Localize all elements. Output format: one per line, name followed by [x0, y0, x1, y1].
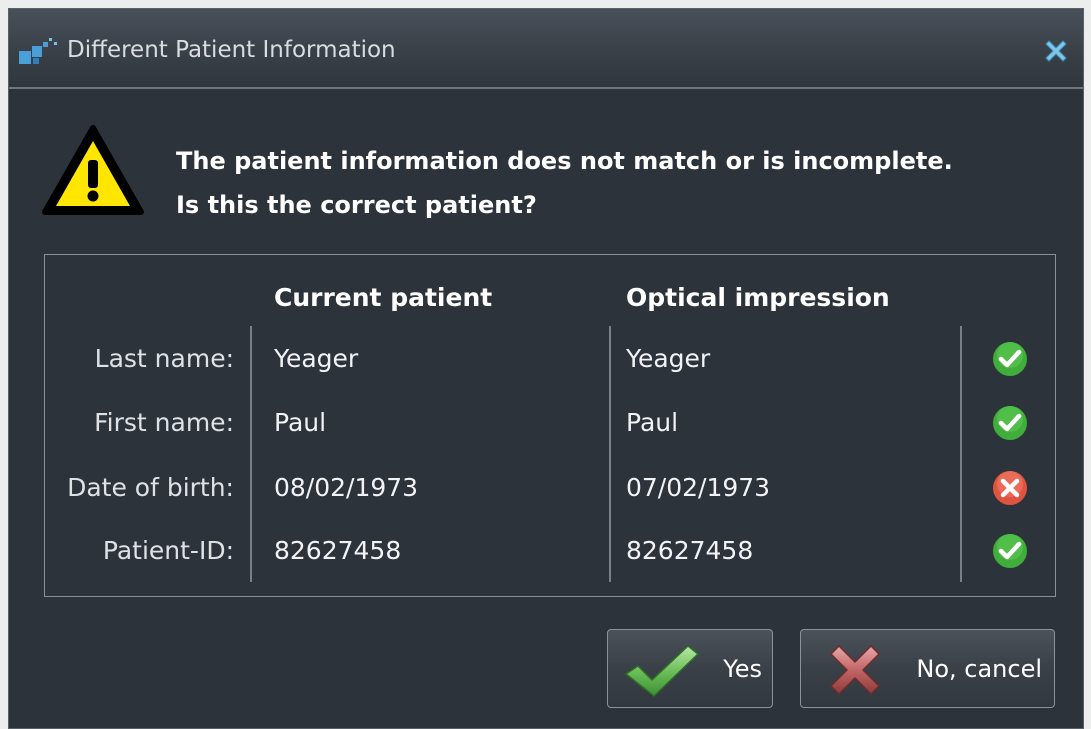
message-text: The patient information does not match o…: [176, 139, 953, 227]
row-label-first-name: First name:: [94, 408, 234, 437]
check-icon: [993, 534, 1027, 568]
current-first-name: Paul: [274, 408, 327, 437]
current-patient-id: 82627458: [274, 536, 402, 565]
title-bar[interactable]: Different Patient Information: [9, 9, 1083, 89]
cancel-button-label: No, cancel: [916, 655, 1042, 683]
warning-icon: [42, 125, 144, 215]
message-line-1: The patient information does not match o…: [176, 147, 953, 175]
app-logo-icon: [19, 38, 57, 64]
yes-button-label: Yes: [723, 655, 762, 683]
row-label-last-name: Last name:: [94, 344, 234, 373]
check-icon: [993, 406, 1027, 440]
optical-patient-id: 82627458: [626, 536, 754, 565]
cross-icon: [830, 645, 880, 695]
optical-first-name: Paul: [626, 408, 679, 437]
check-icon: [993, 342, 1027, 376]
dialog-window: Different Patient Information The patien…: [8, 8, 1084, 729]
window-title: Different Patient Information: [67, 37, 396, 63]
close-icon[interactable]: [1041, 36, 1071, 66]
yes-button[interactable]: Yes: [607, 629, 773, 708]
header-optical-impression: Optical impression: [626, 283, 890, 312]
current-last-name: Yeager: [274, 344, 359, 373]
error-icon: [993, 471, 1027, 505]
column-divider: [250, 326, 252, 582]
current-date-of-birth: 08/02/1973: [274, 473, 419, 502]
checkmark-icon: [625, 645, 699, 697]
optical-last-name: Yeager: [626, 344, 711, 373]
column-divider: [960, 326, 962, 582]
row-label-patient-id: Patient-ID:: [102, 536, 234, 565]
message-line-2: Is this the correct patient?: [176, 191, 537, 219]
cancel-button[interactable]: No, cancel: [800, 629, 1055, 708]
header-current-patient: Current patient: [274, 283, 493, 312]
optical-date-of-birth: 07/02/1973: [626, 473, 771, 502]
column-divider: [609, 326, 611, 582]
row-label-date-of-birth: Date of birth:: [67, 473, 234, 502]
